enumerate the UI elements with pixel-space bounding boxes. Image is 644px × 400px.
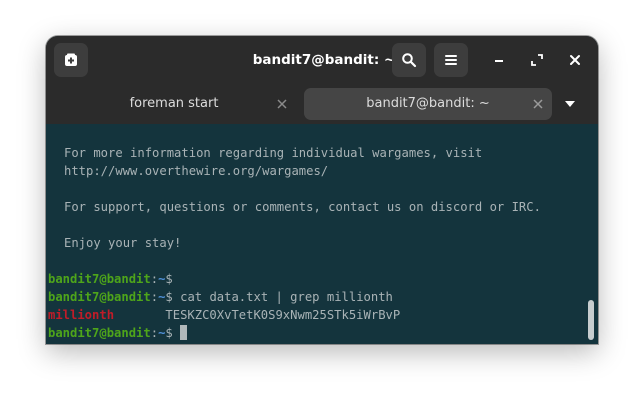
scrollbar-thumb[interactable] <box>588 300 594 340</box>
tab-bar: foreman start bandit7@bandit: ~ <box>46 84 598 124</box>
motd-line: http://www.overthewire.org/wargames/ <box>64 164 329 178</box>
tab-label: bandit7@bandit: ~ <box>366 96 490 111</box>
prompt-user: bandit7@bandit <box>48 326 151 340</box>
output-value: TESKZC0XvTetK0S9xNwm25STk5iWrBvP <box>114 308 401 322</box>
hamburger-menu-icon <box>445 55 457 65</box>
tab-label: foreman start <box>129 96 219 111</box>
chevron-down-icon <box>565 101 575 107</box>
active-prompt-line[interactable]: bandit7@bandit:~$ <box>48 324 188 342</box>
prompt-user: bandit7@bandit <box>48 272 151 286</box>
close-icon <box>570 55 580 65</box>
grep-output-line: millionth TESKZC0XvTetK0S9xNwm25STk5iWrB… <box>48 306 400 324</box>
tab-bandit7[interactable]: bandit7@bandit: ~ <box>304 88 552 120</box>
tab-list-button[interactable] <box>562 96 578 112</box>
motd-line: For support, questions or comments, cont… <box>64 200 541 214</box>
prompt-line: bandit7@bandit:~$ <box>48 270 173 288</box>
new-tab-icon <box>65 53 77 66</box>
new-tab-button[interactable] <box>54 43 88 77</box>
terminal-output[interactable]: For more information regarding individua… <box>46 124 598 344</box>
maximize-icon <box>531 54 543 66</box>
prompt-user: bandit7@bandit <box>48 290 151 304</box>
prompt-separator: : <box>150 290 159 304</box>
command-text: cat data.txt | grep millionth <box>172 290 393 304</box>
maximize-button[interactable] <box>525 48 549 72</box>
search-button[interactable] <box>392 43 426 77</box>
prompt-symbol: $ <box>165 290 173 304</box>
terminal-window: bandit7@bandit: ~ foreman start bandit7@… <box>46 36 598 344</box>
motd-line: For more information regarding individua… <box>64 146 483 160</box>
prompt-symbol: $ <box>165 272 173 286</box>
motd-line: Enjoy your stay! <box>64 236 182 250</box>
tab-close-icon[interactable] <box>276 98 288 110</box>
main-menu-button[interactable] <box>434 43 468 77</box>
minimize-button[interactable] <box>487 48 511 72</box>
text-cursor <box>180 325 188 340</box>
minimize-icon <box>495 60 503 62</box>
close-button[interactable] <box>563 48 587 72</box>
search-icon <box>402 53 417 68</box>
tab-foreman-start[interactable]: foreman start <box>52 88 296 120</box>
grep-match: millionth <box>48 308 115 322</box>
header-bar: bandit7@bandit: ~ <box>46 36 598 84</box>
prompt-symbol: $ <box>165 326 173 340</box>
command-line: bandit7@bandit:~$ cat data.txt | grep mi… <box>48 288 393 306</box>
prompt-separator: : <box>150 272 159 286</box>
prompt-separator: : <box>150 326 159 340</box>
tab-close-icon[interactable] <box>532 98 544 110</box>
